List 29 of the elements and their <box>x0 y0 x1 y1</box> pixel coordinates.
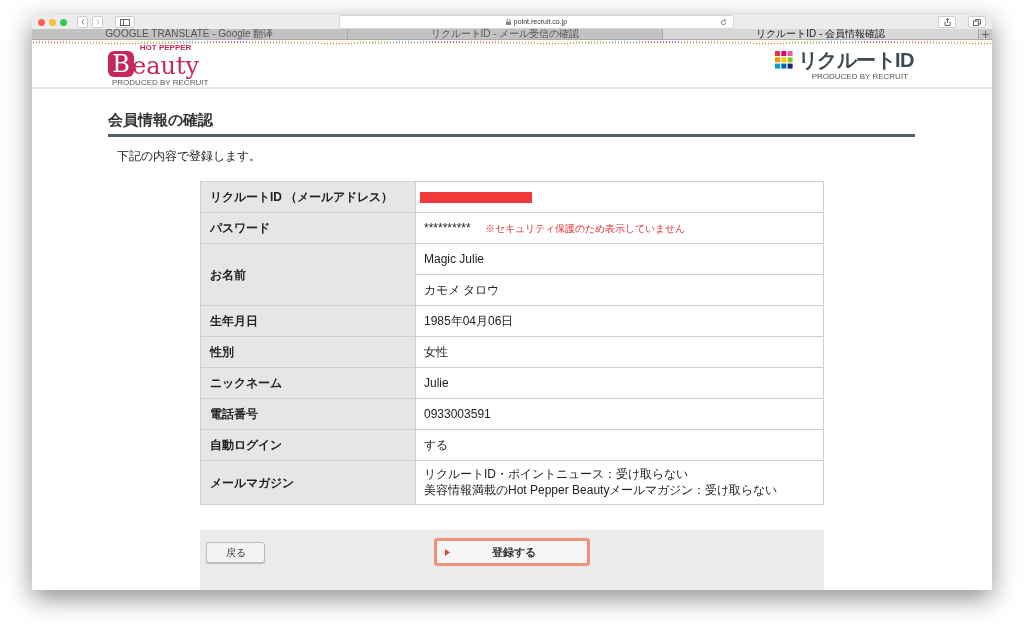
field-value: リクルートID・ポイントニュース：受け取らない <box>424 467 689 482</box>
field-label: 性別 <box>200 336 416 368</box>
field-label: パスワード <box>200 212 416 244</box>
browser-tab[interactable]: GOOGLE TRANSLATE - Google 翻译 <box>32 29 348 40</box>
browser-tab[interactable]: リクルートID - 会員情報確認 <box>663 29 979 40</box>
field-label: 生年月日 <box>200 305 416 337</box>
field-label: 自動ログイン <box>200 429 416 461</box>
field-value: 0933003591 <box>424 406 491 422</box>
field-value: 美容情報満載のHot Pepper Beautyメールマガジン：受け取らない <box>424 483 778 498</box>
field-label: メールマガジン <box>200 460 416 505</box>
register-button[interactable]: 登録する <box>434 538 590 566</box>
field-value: 1985年04月06日 <box>424 313 514 329</box>
browser-tab[interactable]: リクルートID - メール受信の確認 <box>347 29 664 40</box>
back-button[interactable]: 戻る <box>206 542 265 563</box>
field-label: ニックネーム <box>200 367 416 399</box>
field-value: 女性 <box>424 344 448 360</box>
field-label: お名前 <box>200 243 416 306</box>
field-value: する <box>424 437 448 453</box>
field-value: Julie <box>424 375 449 391</box>
intro-text: 下記の内容で登録します。 <box>117 148 262 165</box>
field-value: Magic Julie <box>424 251 485 267</box>
page-title: 会員情報の確認 <box>108 108 915 137</box>
field-label: リクルートID （メールアドレス） <box>200 181 416 213</box>
security-note: ※セキュリティ保護のため表示していません <box>484 221 685 236</box>
field-value: ********** <box>424 220 471 236</box>
field-value: カモメ タロウ <box>424 282 500 298</box>
field-label: 電話番号 <box>200 398 416 430</box>
recruit-id-logo[interactable]: リクルートID PRODUCED BY RECRUIT <box>774 49 914 81</box>
hot-pepper-beauty-logo[interactable]: B HOT PEPPER eauty PRODUCED BY RECRUIT <box>108 43 209 87</box>
